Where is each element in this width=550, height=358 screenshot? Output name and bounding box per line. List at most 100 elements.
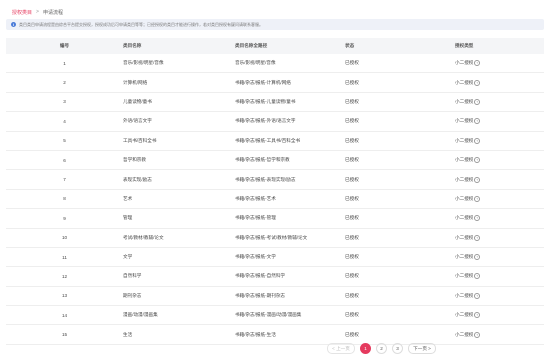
table-body: 1 音乐/影视/明星/音像 音乐/影视/明星/音像 已授权 小二授权? 2 计算机/网络 书籍… <box>6 54 544 345</box>
row-status: 已授权 <box>345 228 455 248</box>
row-category-path: 书籍/杂志/报纸-考试/教材/教辅/论文 <box>235 228 345 248</box>
next-page-button[interactable]: 下一页 > <box>408 343 436 354</box>
auth-type: 小二授权? <box>455 60 481 67</box>
row-category-name: 哲学和宗教 <box>123 150 235 171</box>
help-icon[interactable]: ? <box>474 157 481 164</box>
page-button-3[interactable]: 3 <box>392 343 403 354</box>
row-auth-type-cell: 小二授权? <box>455 131 544 151</box>
row-number: 8 <box>6 189 123 210</box>
row-category-name: 管理 <box>123 208 235 229</box>
table-row: 2 计算机/网络 书籍/杂志/报纸-计算机/网络 已授权 小二授权? <box>6 72 544 93</box>
row-status: 已授权 <box>345 92 455 113</box>
help-icon[interactable]: ? <box>474 118 481 125</box>
auth-type: 小二授权? <box>455 79 481 86</box>
pagination: < 上一页 1 2 3 下一页 > <box>327 343 436 354</box>
auth-type: 小二授权? <box>455 215 481 222</box>
page-button-2[interactable]: 2 <box>376 343 387 354</box>
header-category-path: 类目名称全路径 <box>235 38 345 54</box>
header-category-name: 类目名称 <box>123 38 235 54</box>
help-icon[interactable]: ? <box>474 60 481 67</box>
auth-type: 小二授权? <box>455 331 481 338</box>
row-category-path: 书籍/杂志/报纸-管理 <box>235 208 345 229</box>
row-number: 13 <box>6 286 123 307</box>
row-category-path: 书籍/杂志/报纸-哲学和宗教 <box>235 150 345 171</box>
table-row: 13 期刊杂志 书籍/杂志/报纸-期刊杂志 已授权 小二授权? <box>6 286 544 307</box>
row-category-path: 书籍/杂志/报纸-漫画/动漫/漫画集 <box>235 305 345 326</box>
row-category-path: 书籍/杂志/报纸-表现实现/励志 <box>235 169 345 190</box>
auth-type: 小二授权? <box>455 98 481 105</box>
auth-type-label: 小二授权 <box>455 137 474 143</box>
help-icon[interactable]: ? <box>474 195 481 202</box>
row-auth-type-cell: 小二授权? <box>455 111 544 132</box>
help-icon[interactable]: ? <box>474 273 481 280</box>
row-number: 4 <box>6 111 123 132</box>
row-auth-type-cell: 小二授权? <box>455 189 544 210</box>
auth-type-label: 小二授权 <box>455 60 474 66</box>
help-icon[interactable]: ? <box>474 331 481 338</box>
row-category-name: 文学 <box>123 247 235 268</box>
help-icon[interactable]: ? <box>474 176 481 183</box>
row-category-path: 书籍/杂志/报纸-文学 <box>235 247 345 268</box>
row-auth-type-cell: 小二授权? <box>455 169 544 190</box>
row-auth-type-cell: 小二授权? <box>455 150 544 171</box>
help-icon[interactable]: ? <box>474 312 481 319</box>
auth-type-label: 小二授权 <box>455 234 474 240</box>
table-row: 11 文学 书籍/杂志/报纸-文学 已授权 小二授权? <box>6 247 544 268</box>
auth-type-label: 小二授权 <box>455 273 474 279</box>
row-category-path: 书籍/杂志/报纸-计算机/网络 <box>235 72 345 93</box>
row-status: 已授权 <box>345 208 455 229</box>
help-icon[interactable]: ? <box>474 254 481 261</box>
row-status: 已授权 <box>345 305 455 326</box>
row-number: 6 <box>6 150 123 171</box>
breadcrumb-current: 申请流程 <box>42 9 63 16</box>
auth-type-label: 小二授权 <box>455 254 474 260</box>
row-auth-type-cell: 小二授权? <box>455 54 544 74</box>
table-row: 8 艺术 书籍/杂志/报纸-艺术 已授权 小二授权? <box>6 189 544 210</box>
breadcrumb-link[interactable]: 授权类目 <box>12 9 32 16</box>
auth-type-label: 小二授权 <box>455 292 474 298</box>
help-icon[interactable]: ? <box>474 137 481 144</box>
auth-type: 小二授权? <box>455 176 481 183</box>
table-header-row: 编号 类目名称 类目名称全路径 状态 授权类型 <box>6 38 544 54</box>
row-auth-type-cell: 小二授权? <box>455 305 544 326</box>
row-number: 10 <box>6 228 123 248</box>
row-category-path: 书籍/杂志/报纸-艺术 <box>235 189 345 210</box>
table-row: 5 工具书/百科全书 书籍/杂志/报纸-工具书/百科全书 已授权 小二授权? <box>6 131 544 151</box>
auth-type: 小二授权? <box>455 292 481 299</box>
auth-type-label: 小二授权 <box>455 98 474 104</box>
row-category-name: 生活 <box>123 324 235 345</box>
row-auth-type-cell: 小二授权? <box>455 324 544 345</box>
help-icon[interactable]: ? <box>474 292 481 299</box>
page-button-1[interactable]: 1 <box>360 343 371 354</box>
row-status: 已授权 <box>345 324 455 345</box>
table-row: 7 表现实现/励志 书籍/杂志/报纸-表现实现/励志 已授权 小二授权? <box>6 169 544 190</box>
row-category-name: 儿童读物/童书 <box>123 92 235 113</box>
row-status: 已授权 <box>345 72 455 93</box>
row-auth-type-cell: 小二授权? <box>455 228 544 248</box>
row-auth-type-cell: 小二授权? <box>455 286 544 307</box>
table-row: 1 音乐/影视/明星/音像 音乐/影视/明星/音像 已授权 小二授权? <box>6 54 544 74</box>
row-status: 已授权 <box>345 111 455 132</box>
auth-type: 小二授权? <box>455 312 481 319</box>
auth-type: 小二授权? <box>455 254 481 261</box>
auth-type-label: 小二授权 <box>455 195 474 201</box>
help-icon[interactable]: ? <box>474 215 481 222</box>
row-category-name: 工具书/百科全书 <box>123 131 235 151</box>
row-number: 12 <box>6 266 123 287</box>
row-category-path: 书籍/杂志/报纸-生活 <box>235 324 345 345</box>
row-category-name: 外语/语言文字 <box>123 111 235 132</box>
row-status: 已授权 <box>345 286 455 307</box>
row-category-name: 音乐/影视/明星/音像 <box>123 54 235 74</box>
table-row: 14 漫画/动漫/漫画集 书籍/杂志/报纸-漫画/动漫/漫画集 已授权 小二授权? <box>6 305 544 326</box>
help-icon[interactable]: ? <box>474 234 481 241</box>
row-number: 11 <box>6 247 123 268</box>
row-category-path: 书籍/杂志/报纸-儿童读物/童书 <box>235 92 345 113</box>
notice-text: 类目类目申请流程是由综合平台提交授权，授权成功后可申请类目等等；已经授权的类目才… <box>19 21 263 27</box>
auth-type-label: 小二授权 <box>455 312 474 318</box>
row-number: 3 <box>6 92 123 113</box>
help-icon[interactable]: ? <box>474 98 481 105</box>
prev-page-button[interactable]: < 上一页 <box>327 343 355 354</box>
help-icon[interactable]: ? <box>474 79 481 86</box>
table-row: 10 考试/教材/教辅/论文 书籍/杂志/报纸-考试/教材/教辅/论文 已授权 小二授权… <box>6 228 544 248</box>
row-category-path: 书籍/杂志/报纸-外语/语言文字 <box>235 111 345 132</box>
